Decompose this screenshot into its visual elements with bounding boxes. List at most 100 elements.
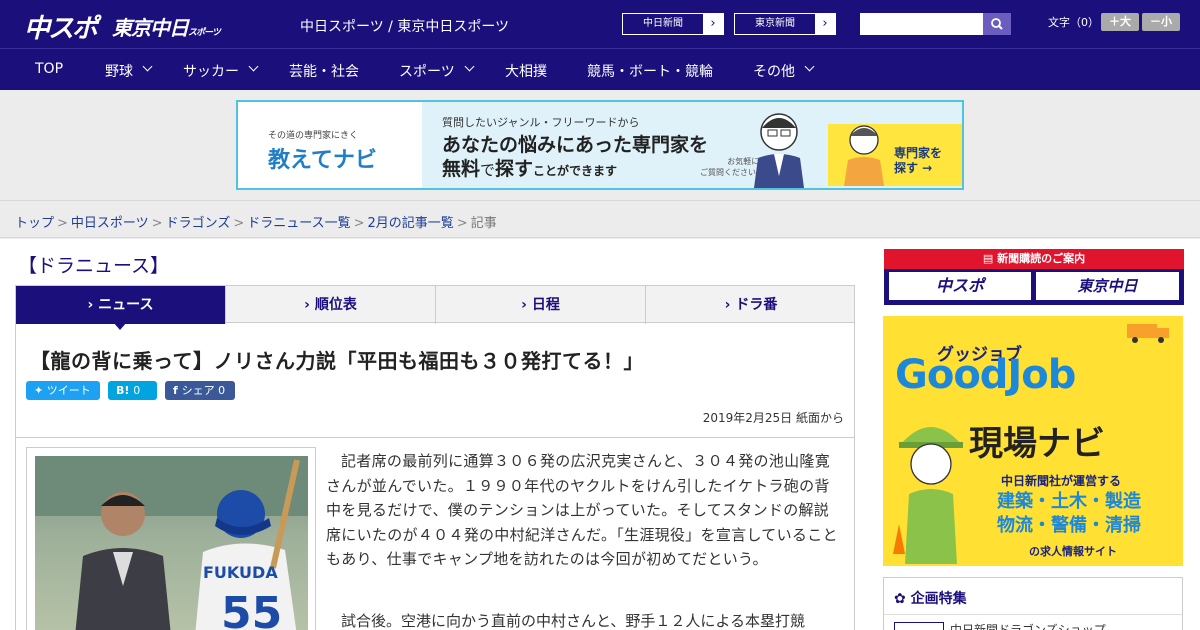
truck-icon: [1127, 324, 1169, 343]
banner-cta-text: 専門家を 探す →: [894, 146, 942, 176]
hatena-count: 0: [133, 384, 141, 397]
goodjob-subtitle: 現場ナビ: [969, 424, 1105, 464]
subscribe-chuspo-link[interactable]: 中スポ: [889, 272, 1031, 300]
nav-other[interactable]: その他: [753, 61, 795, 81]
expert-illustration: [754, 113, 804, 188]
share-label: シェア: [181, 384, 215, 397]
goodjob-categories-2: 物流・警備・清掃: [997, 515, 1141, 536]
feature-label: 企画特集: [910, 591, 967, 607]
chevron-down-icon: [142, 61, 153, 72]
breadcrumb: トップ > 中日スポーツ > ドラゴンズ > ドラニュース一覧 >2月の記事一覧 > 記事: [15, 216, 497, 231]
twitter-icon: ✦: [34, 384, 47, 397]
article-headline: 【龍の背に乗って】ノリさん力説「平田も福田も３０発打てる！」: [30, 349, 644, 373]
jersey-name: FUKUDA: [203, 563, 278, 582]
chevron-down-icon: [804, 61, 815, 72]
nav-top[interactable]: TOP: [35, 61, 63, 77]
font-smaller-button[interactable]: －小: [1142, 13, 1180, 31]
newspaper-icon: ▤: [982, 252, 998, 265]
facebook-share-button[interactable]: f シェア 0: [165, 381, 235, 400]
divider: [884, 614, 1182, 615]
nav-soccer[interactable]: サッカー: [183, 61, 239, 81]
tokyo-chunichi-logo[interactable]: 東京中日スポーツ: [112, 12, 221, 41]
cta-line2: 探す →: [894, 161, 933, 175]
subscribe-tokyo-chunichi-link[interactable]: 東京中日: [1036, 272, 1179, 300]
search-button[interactable]: [983, 13, 1011, 35]
logo-text: 東京中日: [112, 16, 189, 40]
tab-label: 日程: [531, 297, 560, 313]
breadcrumb-dra-news[interactable]: ドラニュース一覧: [247, 216, 350, 231]
breadcrumb-chunichi-sports[interactable]: 中日スポーツ: [71, 216, 149, 231]
search-icon: [991, 18, 1003, 30]
breadcrumb-dragons[interactable]: ドラゴンズ: [166, 216, 231, 231]
chevron-down-icon: [248, 61, 259, 72]
site-header: 中スポ 東京中日スポーツ 中日スポーツ / 東京中日スポーツ 中日新聞 › 東京…: [0, 0, 1200, 48]
goodjob-categories: 建築・土木・製造 物流・警備・清掃: [997, 490, 1141, 538]
banner-small-text: その道の専門家にきく: [268, 131, 359, 141]
tab-news[interactable]: › ニュース: [16, 286, 226, 324]
tab-label: ニュース: [98, 297, 154, 313]
chevron-right-icon: ›: [815, 14, 835, 34]
chevron-down-icon: [464, 61, 475, 72]
worker-illustration: [893, 427, 963, 564]
chunichi-shimbun-link[interactable]: 中日新聞 ›: [622, 13, 724, 35]
tab-label: 順位表: [314, 297, 357, 313]
hatena-button[interactable]: B! 0: [108, 381, 157, 400]
sidebar: ▤ 新聞購読のご案内 中スポ 東京中日 グッジョブ GoodJob 現場ナビ 中…: [870, 239, 1200, 630]
breadcrumb-bar: トップ > 中日スポーツ > ドラゴンズ > ドラニュース一覧 >2月の記事一覧 > 記事: [0, 200, 1200, 238]
section-title: 【ドラニュース】: [18, 255, 170, 277]
banner-cta: 専門家を 探す →: [828, 124, 962, 186]
subscription-label: 新聞購読のご案内: [997, 252, 1086, 265]
hatena-icon: B!: [116, 384, 134, 397]
search-input[interactable]: [860, 13, 983, 35]
font-larger-button[interactable]: ＋大: [1101, 13, 1139, 31]
breadcrumb-february[interactable]: 2月の記事一覧: [368, 216, 454, 231]
goodjob-operator: 中日新聞社が運営する: [1001, 474, 1122, 488]
breadcrumb-top[interactable]: トップ: [15, 216, 54, 231]
article-photo-frame: FUKUDA 55: [26, 447, 316, 630]
tab-dora-ban[interactable]: › ドラ番: [646, 286, 856, 324]
subscription-heading: ▤ 新聞購読のご案内: [884, 249, 1184, 269]
photo-illustration: FUKUDA 55: [35, 456, 308, 630]
facebook-icon: f: [173, 384, 182, 397]
divider: [16, 437, 854, 438]
tab-standings[interactable]: › 順位表: [226, 286, 436, 324]
tokyo-shimbun-link[interactable]: 東京新聞 ›: [734, 13, 836, 35]
goodjob-banner[interactable]: グッジョブ GoodJob 現場ナビ 中日新聞社が運営する 建築・土木・製造 物流…: [883, 316, 1183, 566]
chevron-right-icon: ›: [703, 14, 723, 34]
tweet-button[interactable]: ✦ ツイート: [26, 381, 100, 400]
tweet-label: ツイート: [46, 384, 91, 397]
nav-baseball[interactable]: 野球: [105, 61, 133, 81]
jersey-number: 55: [221, 588, 282, 630]
chuspo-logo[interactable]: 中スポ: [24, 8, 98, 45]
main-nav: TOP 野球 サッカー 芸能・社会 スポーツ 大相撲 競馬・ボート・競輪 その他: [0, 48, 1200, 90]
banner-free: 無料: [442, 158, 481, 180]
site-title: 中日スポーツ / 東京中日スポーツ: [300, 19, 510, 35]
article-photo[interactable]: FUKUDA 55: [35, 456, 308, 630]
logo-small-text: スポーツ: [188, 28, 221, 38]
banner-can: ことができます: [533, 164, 618, 178]
link-label: 東京新聞: [755, 18, 795, 29]
banner-logo-area: その道の専門家にきく 教えてナビ: [238, 102, 422, 188]
tab-label: ドラ番: [735, 297, 778, 313]
oshiete-navi-banner[interactable]: その道の専門家にきく 教えてナビ 質問したいジャンル・フリーワードから あなたの…: [236, 100, 964, 190]
nav-entertainment[interactable]: 芸能・社会: [289, 61, 359, 81]
banner-search: 探す: [495, 158, 534, 180]
goodjob-title: GoodJob: [895, 352, 1076, 398]
nav-racing[interactable]: 競馬・ボート・競輪: [587, 61, 713, 81]
goodjob-categories-1: 建築・土木・製造: [997, 491, 1141, 512]
nav-sports[interactable]: スポーツ: [399, 61, 455, 81]
banner-de: で: [480, 161, 496, 179]
article-paragraph-2: 試合後。空港に向かう直前の中村さんと、野手１２人による本塁打競: [341, 612, 805, 630]
subscription-box: ▤ 新聞購読のご案内 中スポ 東京中日: [884, 249, 1184, 305]
font-size-label: 文字（0）: [1048, 16, 1099, 29]
tab-schedule[interactable]: › 日程: [436, 286, 646, 324]
feature-item-link[interactable]: 中日新聞ドラゴンズショップ: [950, 621, 1106, 630]
banner-line3: 無料で探すことができます: [442, 154, 617, 181]
article: 【龍の背に乗って】ノリさん力説「平田も福田も３０発打てる！」 ✦ ツイート B!…: [15, 323, 855, 630]
shop-thumbnail[interactable]: [894, 622, 944, 630]
banner-line2: あなたの悩みにあった専門家を: [442, 134, 709, 156]
banner-brand: 教えてナビ: [268, 148, 377, 173]
feature-heading: ✿ 企画特集: [894, 588, 967, 608]
news-tabs: › ニュース › 順位表 › 日程 › ドラ番: [15, 285, 856, 324]
nav-sumo[interactable]: 大相撲: [505, 61, 547, 81]
